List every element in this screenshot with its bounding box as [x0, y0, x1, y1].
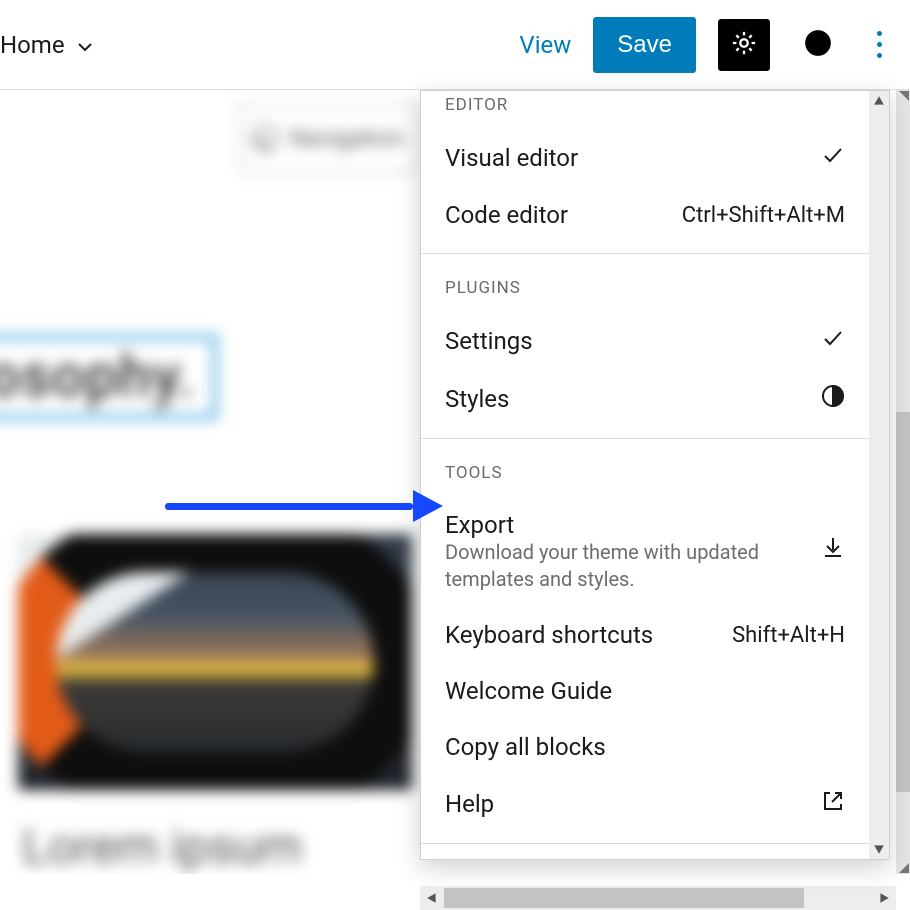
menu-divider	[421, 843, 869, 844]
styles-button[interactable]	[792, 19, 844, 71]
navigation-block[interactable]: Navigation	[238, 104, 418, 172]
options-menu-button[interactable]	[866, 31, 892, 58]
scrollbar-track[interactable]	[444, 886, 872, 910]
toolbar-right: View Save	[519, 17, 892, 73]
menu-item-label: Help	[445, 790, 809, 818]
menu-item-label: Keyboard shortcuts	[445, 621, 720, 649]
view-link[interactable]: View	[519, 31, 571, 59]
chevron-down-icon	[75, 35, 95, 55]
hero-heading[interactable]: hilosophy.	[0, 335, 217, 419]
menu-item-copy-all-blocks[interactable]: Copy all blocks	[421, 719, 869, 775]
options-popover: EDITOR Visual editor Code editor Ctrl+Sh…	[420, 90, 890, 860]
resize-corner-icon	[896, 90, 910, 104]
resize-corner-icon	[896, 860, 910, 874]
paragraph-block[interactable]: Lorem ipsum	[22, 818, 302, 874]
scroll-up-button[interactable]	[869, 91, 889, 111]
save-button[interactable]: Save	[593, 17, 696, 73]
menu-divider	[421, 253, 869, 254]
menu-item-settings[interactable]: Settings	[421, 312, 869, 370]
menu-item-preferences[interactable]: Preferences	[421, 850, 869, 859]
menu-item-help[interactable]: Help	[421, 775, 869, 833]
menu-item-label: Settings	[445, 327, 809, 355]
menu-item-label: Code editor	[445, 201, 670, 229]
settings-button[interactable]	[718, 19, 770, 71]
menu-item-label: Copy all blocks	[445, 733, 845, 761]
popover-content: EDITOR Visual editor Code editor Ctrl+Sh…	[421, 91, 869, 859]
menu-item-description: Download your theme with updated templat…	[445, 539, 809, 593]
menu-divider	[421, 438, 869, 439]
check-icon	[821, 143, 845, 173]
menu-item-label: Visual editor	[445, 144, 809, 172]
keyboard-shortcut: Ctrl+Shift+Alt+M	[682, 203, 845, 228]
scroll-left-button[interactable]	[420, 886, 444, 910]
popover-vertical-scrollbar[interactable]	[869, 91, 889, 859]
menu-item-label: Welcome Guide	[445, 677, 845, 705]
kebab-dot	[877, 42, 882, 47]
menu-item-welcome-guide[interactable]: Welcome Guide	[421, 663, 869, 719]
toolbar-left: Home	[0, 31, 105, 59]
contrast-icon	[821, 384, 845, 414]
menu-item-label: Styles	[445, 385, 809, 413]
outer-vertical-scrollbar[interactable]	[896, 90, 910, 874]
menu-item-styles[interactable]: Styles	[421, 370, 869, 428]
download-icon	[821, 535, 845, 565]
scroll-right-button[interactable]	[872, 886, 896, 910]
check-icon	[821, 326, 845, 356]
section-label-tools: TOOLS	[421, 445, 869, 497]
image-block[interactable]	[18, 534, 412, 790]
section-label-plugins: PLUGINS	[421, 260, 869, 312]
menu-item-export[interactable]: Export Download your theme with updated …	[421, 497, 869, 607]
menu-item-code-editor[interactable]: Code editor Ctrl+Shift+Alt+M	[421, 187, 869, 243]
scrollbar-thumb[interactable]	[444, 888, 804, 908]
scroll-down-button[interactable]	[869, 839, 889, 859]
kebab-dot	[877, 31, 882, 36]
section-label-editor: EDITOR	[421, 91, 869, 129]
external-link-icon	[821, 789, 845, 819]
compass-icon	[252, 125, 278, 151]
scrollbar-thumb[interactable]	[896, 412, 910, 792]
kebab-dot	[877, 53, 882, 58]
horizontal-scrollbar[interactable]	[420, 886, 896, 910]
navigation-block-label: Navigation	[290, 124, 405, 152]
menu-item-keyboard-shortcuts[interactable]: Keyboard shortcuts Shift+Alt+H	[421, 607, 869, 663]
gear-icon	[730, 29, 758, 61]
home-button[interactable]: Home	[0, 31, 105, 59]
menu-item-label: Export	[445, 511, 809, 539]
menu-item-visual-editor[interactable]: Visual editor	[421, 129, 869, 187]
image-placeholder-frame	[18, 534, 412, 790]
contrast-icon	[804, 29, 832, 61]
home-label: Home	[0, 31, 65, 59]
keyboard-shortcut: Shift+Alt+H	[732, 623, 845, 648]
top-toolbar: Home View Save	[0, 0, 910, 90]
